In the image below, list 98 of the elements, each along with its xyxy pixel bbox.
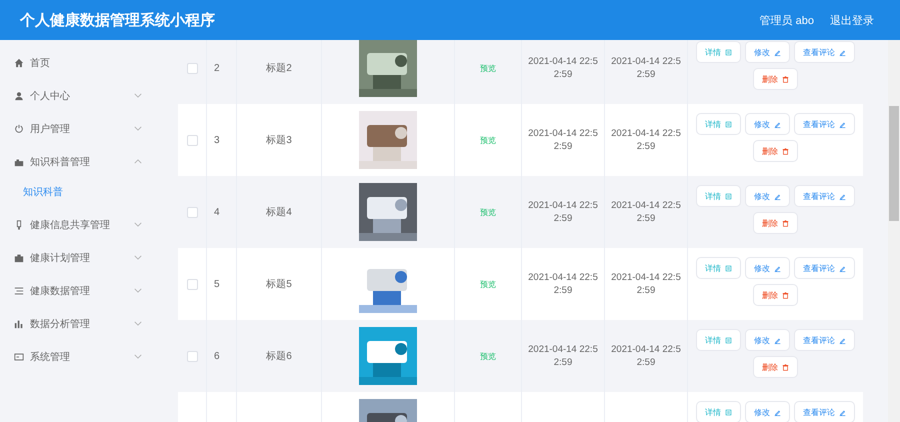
delete-button[interactable]: 删除: [753, 284, 798, 306]
menu-item[interactable]: 首页: [0, 46, 166, 79]
home-icon: [14, 58, 24, 68]
edit-button[interactable]: 查看评论: [794, 113, 855, 135]
trash-icon: [782, 364, 789, 370]
pencil-icon: [774, 264, 781, 272]
created-time: 2021-04-14 22:52:59: [528, 271, 598, 297]
edit-button[interactable]: 修改: [745, 113, 790, 135]
pencil-icon: [839, 336, 846, 344]
edit-button[interactable]: 查看评论: [794, 257, 855, 279]
updated-time: 2021-04-14 22:52:59: [610, 199, 682, 225]
row-number: 3: [214, 134, 220, 146]
row-checkbox[interactable]: [186, 62, 198, 74]
edit-button[interactable]: 查看评论: [794, 41, 855, 63]
edit-button[interactable]: 查看评论: [794, 401, 855, 422]
app-title: 个人健康数据管理系统小程序: [20, 10, 215, 30]
pencil-icon: [774, 336, 781, 344]
detail-button[interactable]: 详情: [696, 401, 741, 422]
logout-link[interactable]: 退出登录: [830, 12, 874, 28]
menu-item[interactable]: 用户管理: [0, 112, 166, 145]
detail-button[interactable]: 详情: [696, 113, 741, 135]
menu-item[interactable]: 知识科普管理: [0, 145, 166, 178]
preview-link[interactable]: 预览: [480, 62, 496, 74]
edit-button[interactable]: 修改: [745, 185, 790, 207]
list-icon: [14, 286, 24, 296]
updated-time: 2021-04-14 22:52:59: [610, 127, 682, 153]
preview-link[interactable]: 预览: [480, 206, 496, 218]
document-icon: [725, 48, 732, 56]
title-cell-text: 标题6: [266, 350, 292, 363]
row-number: 4: [214, 206, 220, 218]
card-icon: [14, 352, 24, 362]
title-cell-text: 标题5: [266, 278, 292, 291]
preview-link[interactable]: 预览: [480, 350, 496, 362]
menu-item[interactable]: 数据分析管理: [0, 307, 166, 340]
trash-icon: [782, 220, 789, 226]
updated-time: 2021-04-14 22:52:59: [610, 271, 682, 297]
menu-item[interactable]: 健康信息共享管理: [0, 208, 166, 241]
row-checkbox[interactable]: [186, 278, 198, 290]
edit-button[interactable]: 修改: [745, 329, 790, 351]
edit-button[interactable]: 修改: [745, 401, 790, 422]
title-cell-text: 标题4: [266, 206, 292, 219]
created-time: 2021-04-14 22:52:59: [528, 343, 598, 369]
title-cell-text: 标题3: [266, 134, 292, 147]
pencil-icon: [774, 408, 781, 416]
delete-button[interactable]: 删除: [753, 68, 798, 90]
trash-icon: [782, 76, 789, 82]
row-number: 2: [214, 62, 220, 74]
row-checkbox[interactable]: [186, 206, 198, 218]
pencil-icon: [774, 192, 781, 200]
preview-link[interactable]: 预览: [480, 134, 496, 146]
case-icon: [14, 156, 24, 166]
created-time: 2021-04-14 22:52:59: [528, 55, 598, 81]
delete-button[interactable]: 删除: [753, 212, 798, 234]
row-number: 6: [214, 350, 220, 362]
bag-icon: [14, 252, 24, 262]
pencil-icon: [774, 48, 781, 56]
edit-button[interactable]: 修改: [745, 257, 790, 279]
bars-icon: [14, 318, 24, 328]
power-icon: [14, 124, 24, 134]
menu-item[interactable]: 健康计划管理: [0, 241, 166, 274]
row-number: 5: [214, 278, 220, 290]
pencil-icon: [839, 120, 846, 128]
edit-button[interactable]: 修改: [745, 41, 790, 63]
pencil-icon: [774, 120, 781, 128]
scrollbar[interactable]: [888, 40, 900, 422]
document-icon: [725, 192, 732, 200]
updated-time: 2021-04-14 22:52:59: [610, 55, 682, 81]
row-checkbox[interactable]: [186, 134, 198, 146]
menu-item[interactable]: 系统管理: [0, 340, 166, 373]
pencil-icon: [839, 408, 846, 416]
pencil-icon: [839, 264, 846, 272]
detail-button[interactable]: 详情: [696, 329, 741, 351]
trash-icon: [782, 292, 789, 298]
row-checkbox[interactable]: [186, 350, 198, 362]
trash-icon: [782, 148, 789, 154]
preview-link[interactable]: 预览: [480, 278, 496, 290]
document-icon: [725, 264, 732, 272]
user-name: 管理员 abo: [760, 14, 814, 28]
submenu-item[interactable]: 知识科普: [0, 178, 166, 208]
menu-item[interactable]: 个人中心: [0, 79, 166, 112]
delete-button[interactable]: 删除: [753, 356, 798, 378]
edit-button[interactable]: 查看评论: [794, 329, 855, 351]
delete-button[interactable]: 删除: [753, 140, 798, 162]
pencil-icon: [839, 48, 846, 56]
title-cell-text: 标题2: [266, 62, 292, 75]
menu-item[interactable]: 健康数据管理: [0, 274, 166, 307]
updated-time: 2021-04-14 22:52:59: [610, 343, 682, 369]
document-icon: [725, 408, 732, 416]
created-time: 2021-04-14 22:52:59: [528, 199, 598, 225]
detail-button[interactable]: 详情: [696, 185, 741, 207]
created-time: 2021-04-14 22:52:59: [528, 127, 598, 153]
pencil-icon: [839, 192, 846, 200]
edit-button[interactable]: 查看评论: [794, 185, 855, 207]
document-icon: [725, 336, 732, 344]
user-icon: [14, 90, 24, 100]
detail-button[interactable]: 详情: [696, 41, 741, 63]
document-icon: [725, 120, 732, 128]
detail-button[interactable]: 详情: [696, 257, 741, 279]
